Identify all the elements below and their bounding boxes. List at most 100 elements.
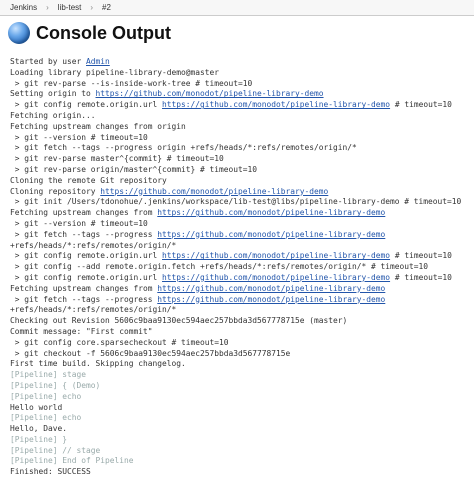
pipeline-step-text: [Pipeline] } bbox=[10, 434, 68, 444]
console-line: > git config core.sparsecheckout # timeo… bbox=[10, 338, 229, 347]
console-line: > git config remote.origin.url https://g… bbox=[10, 251, 452, 260]
console-ball-icon bbox=[8, 22, 30, 44]
console-line: > git checkout -f 5606c9baa9130ec594aec2… bbox=[10, 348, 291, 358]
console-text: Setting origin to bbox=[10, 89, 96, 99]
console-line: Commit message: "First commit" bbox=[10, 327, 153, 336]
console-line: Fetching upstream changes from https://g… bbox=[10, 208, 385, 217]
console-text: Started by user bbox=[10, 57, 87, 66]
console-text: > git --version # timeout=10 bbox=[10, 132, 148, 142]
console-line: First time build. Skipping changelog. bbox=[10, 359, 186, 368]
pipeline-step-text: [Pipeline] stage bbox=[10, 370, 87, 380]
console-line: [Pipeline] // stage bbox=[10, 446, 100, 455]
console-line: > git config --add remote.origin.fetch +… bbox=[10, 262, 428, 271]
console-line: > git fetch --tags --progress origin +re… bbox=[10, 143, 357, 152]
console-line: Setting origin to https://github.com/mon… bbox=[10, 89, 324, 98]
console-text: Hello world bbox=[10, 402, 63, 412]
console-line: > git rev-parse origin/master^{commit} #… bbox=[10, 165, 257, 174]
console-link[interactable]: https://github.com/monodot/pipeline-libr… bbox=[157, 295, 385, 304]
pipeline-step-text: [Pipeline] End of Pipeline bbox=[10, 456, 134, 466]
console-line: > git config remote.origin.url https://g… bbox=[10, 100, 452, 109]
console-line: [Pipeline] { (Demo) bbox=[10, 381, 100, 390]
console-text: First time build. Skipping changelog. bbox=[10, 359, 186, 369]
pipeline-step-text: [Pipeline] echo bbox=[10, 391, 82, 401]
console-text: Cloning the remote Git repository bbox=[10, 175, 167, 185]
console-link[interactable]: https://github.com/monodot/pipeline-libr… bbox=[96, 89, 324, 98]
console-line: > git init /Users/tdonohue/.jenkins/work… bbox=[10, 197, 462, 207]
console-link[interactable]: https://github.com/monodot/pipeline-libr… bbox=[157, 230, 385, 239]
console-line: Finished: SUCCESS bbox=[10, 467, 91, 476]
console-line: > git config remote.origin.url https://g… bbox=[10, 273, 452, 282]
breadcrumb-build-number[interactable]: #2 bbox=[98, 3, 115, 12]
console-text: Cloning repository bbox=[10, 186, 101, 196]
console-text: > git init /Users/tdonohue/.jenkins/work… bbox=[10, 197, 462, 207]
console-text: # timeout=10 bbox=[390, 251, 452, 261]
console-text: Loading library pipeline-library-demo@ma… bbox=[10, 67, 220, 77]
console-line: [Pipeline] echo bbox=[10, 392, 81, 401]
console-link[interactable]: https://github.com/monodot/pipeline-libr… bbox=[162, 273, 390, 282]
breadcrumb-separator: › bbox=[90, 3, 94, 12]
console-line: +refs/heads/*:refs/remotes/origin/* bbox=[10, 305, 176, 314]
breadcrumb-lib-test[interactable]: lib-test bbox=[54, 3, 86, 12]
page-title: Console Output bbox=[36, 22, 171, 43]
pipeline-step-text: [Pipeline] // stage bbox=[10, 445, 101, 455]
console-line: [Pipeline] } bbox=[10, 435, 67, 444]
console-link[interactable]: https://github.com/monodot/pipeline-libr… bbox=[157, 284, 385, 293]
console-line: > git fetch --tags --progress https://gi… bbox=[10, 229, 386, 239]
console-text: Checking out Revision 5606c9baa9130ec594… bbox=[10, 316, 348, 326]
console-text: > git fetch --tags --progress bbox=[10, 294, 158, 304]
console-text: Fetching upstream changes from origin bbox=[10, 121, 186, 131]
console-text: Fetching upstream changes from bbox=[10, 208, 158, 218]
console-text: Hello, Dave. bbox=[10, 424, 68, 434]
console-link[interactable]: https://github.com/monodot/pipeline-libr… bbox=[162, 100, 390, 109]
console-line: > git --version # timeout=10 bbox=[10, 133, 148, 142]
pipeline-step-text: [Pipeline] echo bbox=[10, 413, 82, 423]
console-line: > git rev-parse --is-inside-work-tree # … bbox=[10, 78, 253, 88]
console-text: > git fetch --tags --progress bbox=[10, 229, 158, 239]
console-text: > git rev-parse origin/master^{commit} #… bbox=[10, 164, 258, 174]
console-line: Checking out Revision 5606c9baa9130ec594… bbox=[10, 316, 347, 325]
console-text: > git config remote.origin.url bbox=[10, 272, 163, 282]
console-text: > git --version # timeout=10 bbox=[10, 218, 148, 228]
console-link[interactable]: Admin bbox=[86, 57, 110, 66]
console-line: Cloning repository https://github.com/mo… bbox=[10, 187, 328, 196]
console-line: Loading library pipeline-library-demo@ma… bbox=[10, 68, 219, 77]
console-text: Commit message: "First commit" bbox=[10, 326, 153, 336]
console-text: > git config --add remote.origin.fetch +… bbox=[10, 262, 429, 272]
console-link[interactable]: https://github.com/monodot/pipeline-libr… bbox=[162, 251, 390, 260]
console-text: > git config remote.origin.url bbox=[10, 251, 163, 261]
console-text: # timeout=10 bbox=[390, 100, 452, 110]
console-line: [Pipeline] End of Pipeline bbox=[10, 456, 134, 465]
page-header: Console Output bbox=[0, 20, 474, 46]
console-link[interactable]: https://github.com/monodot/pipeline-libr… bbox=[157, 208, 385, 217]
console-line: > git rev-parse master^{commit} # timeou… bbox=[10, 154, 224, 163]
breadcrumb: Jenkins › lib-test › #2 bbox=[0, 0, 474, 16]
console-line: +refs/heads/*:refs/remotes/origin/* bbox=[10, 241, 176, 250]
console-line: > git --version # timeout=10 bbox=[10, 219, 148, 228]
console-text: > git checkout -f 5606c9baa9130ec594aec2… bbox=[10, 348, 291, 358]
console-line: Cloning the remote Git repository bbox=[10, 176, 167, 185]
console-text: +refs/heads/*:refs/remotes/origin/* bbox=[10, 305, 177, 315]
console-text: > git rev-parse --is-inside-work-tree # … bbox=[10, 78, 253, 88]
console-text: > git config remote.origin.url bbox=[10, 100, 163, 110]
console-line: Fetching origin... bbox=[10, 111, 96, 120]
console-line: Fetching upstream changes from origin bbox=[10, 122, 186, 131]
console-text: Fetching origin... bbox=[10, 110, 96, 120]
breadcrumb-separator: › bbox=[46, 3, 49, 12]
console-line: Hello world bbox=[10, 403, 62, 412]
console-text: # timeout=10 bbox=[390, 272, 452, 282]
console-text: +refs/heads/*:refs/remotes/origin/* bbox=[10, 240, 177, 250]
pipeline-step-text: [Pipeline] { (Demo) bbox=[10, 380, 101, 390]
console-text: > git fetch --tags --progress origin +re… bbox=[10, 143, 357, 153]
console-line: Fetching upstream changes from https://g… bbox=[10, 284, 385, 293]
console-text: > git rev-parse master^{commit} # timeou… bbox=[10, 154, 224, 164]
console-text: Finished: SUCCESS bbox=[10, 467, 91, 477]
console-line: Hello, Dave. bbox=[10, 424, 67, 433]
console-text: > git config core.sparsecheckout # timeo… bbox=[10, 337, 229, 347]
console-line: > git fetch --tags --progress https://gi… bbox=[10, 294, 386, 304]
console-line: [Pipeline] stage bbox=[10, 370, 86, 379]
console-line: [Pipeline] echo bbox=[10, 413, 81, 422]
console-link[interactable]: https://github.com/monodot/pipeline-libr… bbox=[100, 187, 328, 196]
console-text: Fetching upstream changes from bbox=[10, 283, 158, 293]
breadcrumb-jenkins[interactable]: Jenkins bbox=[6, 3, 41, 12]
console-output: Started by user Admin Loading library pi… bbox=[10, 57, 474, 478]
